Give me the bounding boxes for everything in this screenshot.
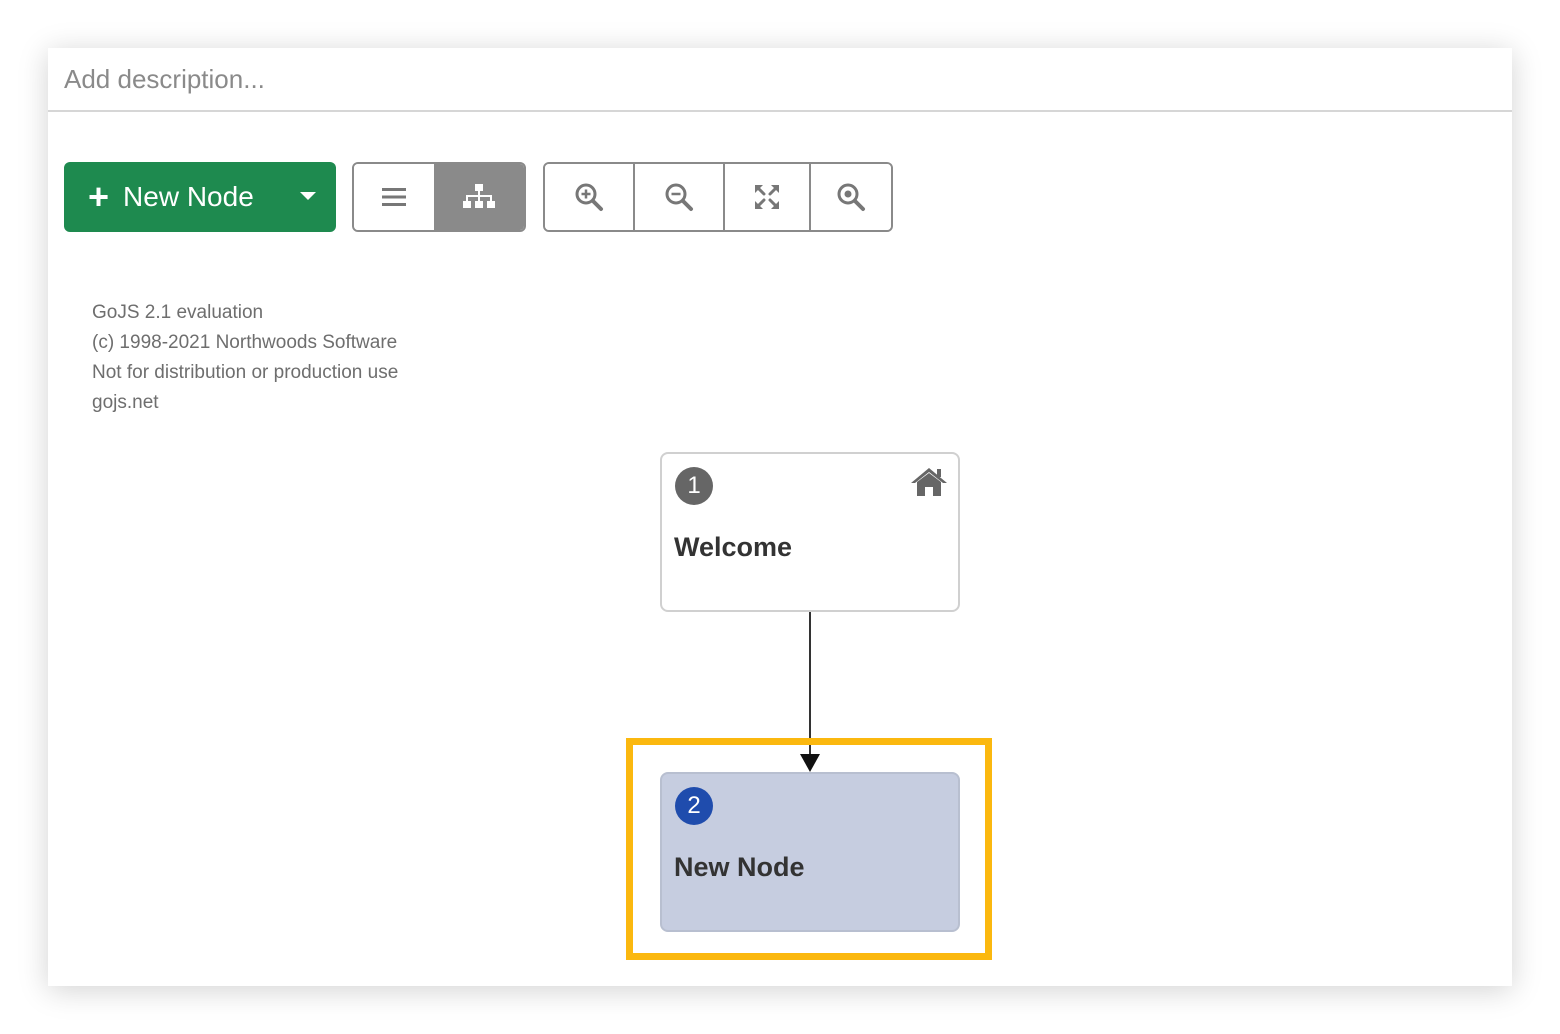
arrowhead	[800, 754, 820, 772]
home-icon	[911, 468, 947, 496]
node-title: New Node	[674, 852, 805, 882]
node-title: Welcome	[674, 532, 793, 562]
node-number-badge: 1	[675, 467, 713, 505]
diagram-node-new-node[interactable]: 2 New Node	[660, 772, 960, 932]
editor-panel: + New Node	[48, 48, 1512, 986]
diagram-node-welcome[interactable]: 1 Welcome	[660, 452, 960, 612]
node-number-badge: 2	[675, 787, 713, 825]
